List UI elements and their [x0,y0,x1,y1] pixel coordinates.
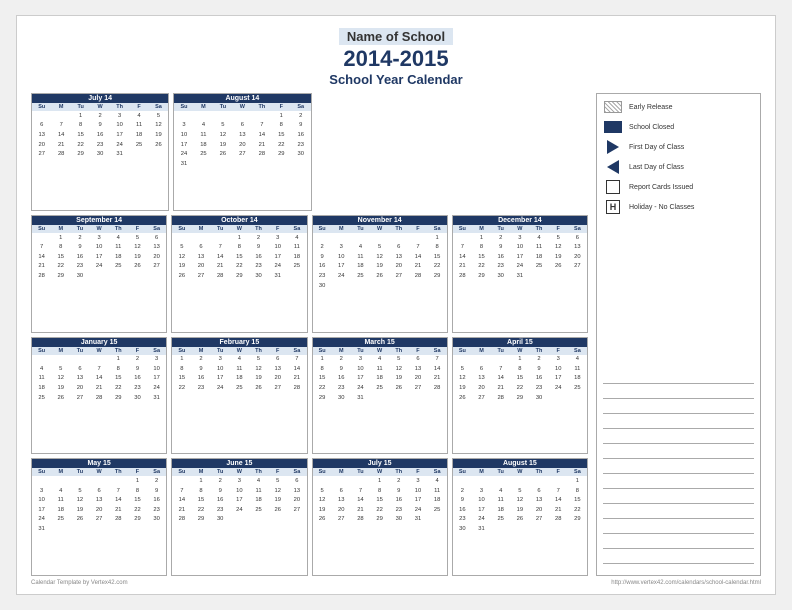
calendar-may-15: May 15SuMTuWThFSa12345678910111213141516… [31,458,167,576]
calendar-row-2: September 14SuMTuWThFSa12345678910111213… [31,215,588,333]
calendar-december-14: December 14SuMTuWThFSa123456789101112131… [452,215,588,333]
legend-line-6 [603,449,754,459]
legend-holiday: H Holiday - No Classes [603,200,754,214]
calendar-august-15: August 15SuMTuWThFSa12345678910111213141… [452,458,588,576]
calendar-june-15: June 15SuMTuWThFSa1234567891011121314151… [171,458,307,576]
first-day-label: First Day of Class [629,144,684,151]
legend-line-4 [603,419,754,429]
legend-report-cards: Report Cards Issued [603,180,754,194]
legend-line-11 [603,524,754,534]
legend-line-1 [603,374,754,384]
triangle-right-icon [603,140,623,154]
legend-last-day: Last Day of Class [603,160,754,174]
legend-line-13 [603,554,754,564]
report-box-icon [603,180,623,194]
subtitle: School Year Calendar [31,72,761,87]
report-cards-label: Report Cards Issued [629,184,693,191]
holiday-label: Holiday - No Classes [629,204,694,211]
last-day-label: Last Day of Class [629,164,684,171]
calendar-april-15: April 15SuMTuWThFSa123456789101112131415… [452,337,588,455]
footer-left: Calendar Template by Vertex42.com [31,580,128,586]
hatch-icon [603,100,623,114]
legend-line-5 [603,434,754,444]
page: Name of School 2014-2015 School Year Cal… [16,15,776,595]
legend-line-8 [603,479,754,489]
calendar-october-14: October 14SuMTuWThFSa1234567891011121314… [171,215,307,333]
legend-line-3 [603,404,754,414]
legend-lines [603,220,754,569]
blue-box-icon [603,120,623,134]
legend-early-release: Early Release [603,100,754,114]
triangle-left-icon [603,160,623,174]
school-closed-label: School Closed [629,124,674,131]
calendar-row-3: January 15SuMTuWThFSa1234567891011121314… [31,337,588,455]
calendar-row-4: May 15SuMTuWThFSa12345678910111213141516… [31,458,588,576]
header: Name of School 2014-2015 School Year Cal… [31,28,761,87]
legend-line-10 [603,509,754,519]
year: 2014-2015 [31,46,761,72]
calendar-row-1: July 14SuMTuWThFSa1234567891011121314151… [31,93,588,211]
calendar-january-15: January 15SuMTuWThFSa1234567891011121314… [31,337,167,455]
main-content: July 14SuMTuWThFSa1234567891011121314151… [31,93,761,576]
legend-line-2 [603,389,754,399]
calendar-march-15: March 15SuMTuWThFSa123456789101112131415… [312,337,448,455]
footer-right: http://www.vertex42.com/calendars/school… [611,580,761,586]
legend-line-12 [603,539,754,549]
legend-first-day: First Day of Class [603,140,754,154]
legend-line-7 [603,464,754,474]
legend-line-9 [603,494,754,504]
calendar-july-14: July 14SuMTuWThFSa1234567891011121314151… [31,93,169,211]
calendar-september-14: September 14SuMTuWThFSa12345678910111213… [31,215,167,333]
calendar-august-14: August 14SuMTuWThFSa12345678910111213141… [173,93,311,211]
h-box-icon: H [603,200,623,214]
calendar-july-15: July 15SuMTuWThFSa1234567891011121314151… [312,458,448,576]
calendar-february-15: February 15SuMTuWThFSa123456789101112131… [171,337,307,455]
footer: Calendar Template by Vertex42.com http:/… [31,580,761,586]
legend-school-closed: School Closed [603,120,754,134]
calendar-november-14: November 14SuMTuWThFSa123456789101112131… [312,215,448,333]
early-release-label: Early Release [629,104,673,111]
calendars-area: July 14SuMTuWThFSa1234567891011121314151… [31,93,588,576]
legend-area: Early Release School Closed First Day of… [596,93,761,576]
school-name: Name of School [339,28,453,45]
